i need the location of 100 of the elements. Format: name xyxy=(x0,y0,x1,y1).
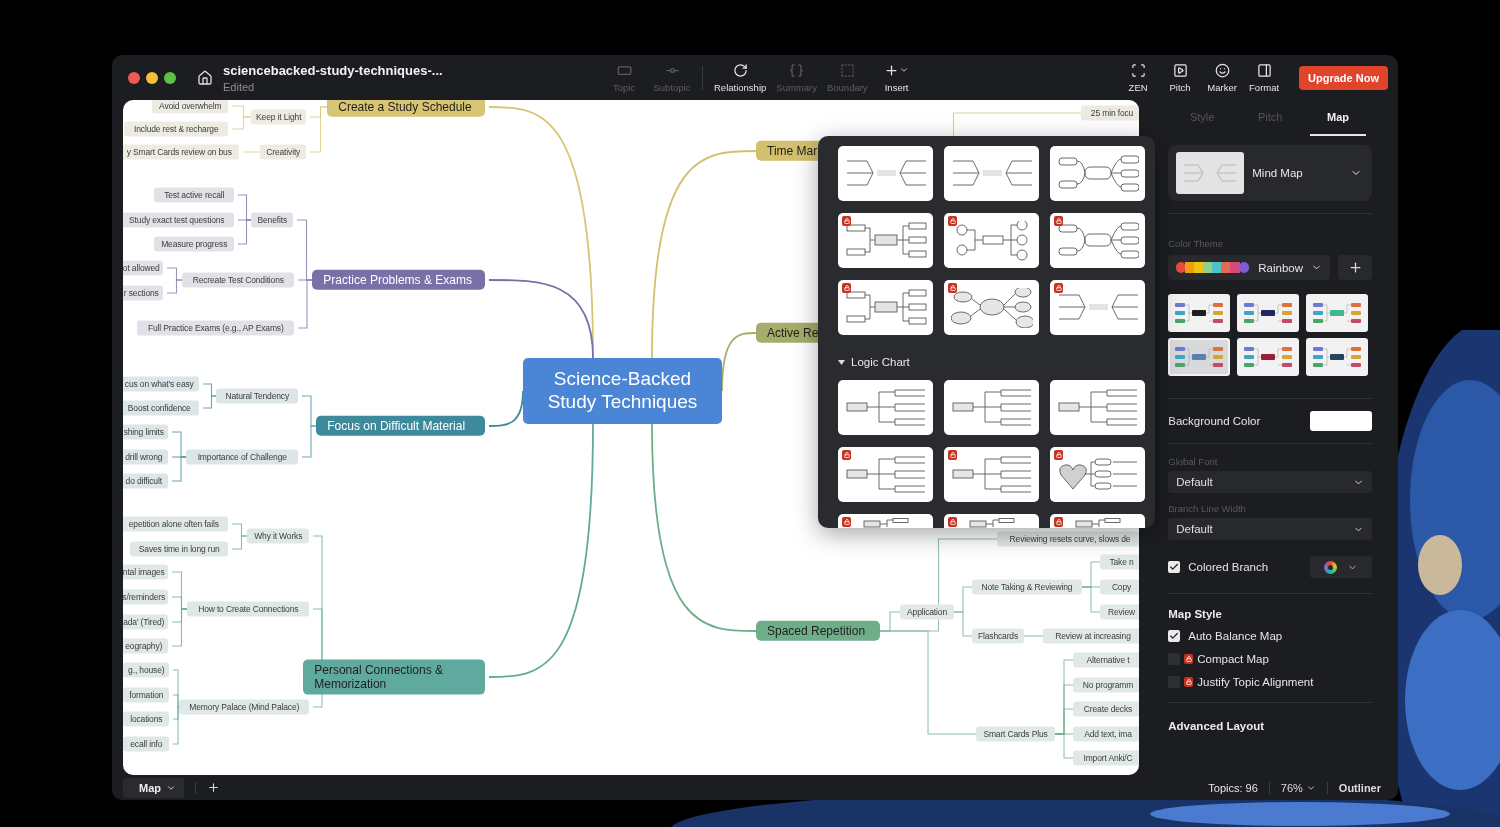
subtopic[interactable]: do difficult xyxy=(123,473,169,489)
layout-thumbnail[interactable] xyxy=(838,280,933,335)
subtopic[interactable]: Avoid overwhelm xyxy=(152,100,229,114)
subtopic[interactable]: Recreate Test Conditions xyxy=(182,272,295,288)
subtopic[interactable]: How to Create Connections xyxy=(187,601,310,617)
zoom-button[interactable] xyxy=(164,71,176,84)
subtopic[interactable]: ecall info xyxy=(123,736,170,752)
subtopic[interactable]: ot allowed xyxy=(123,260,164,276)
subtopic[interactable]: cus on what's easy xyxy=(123,376,200,392)
color-theme-dropdown[interactable]: Rainbow xyxy=(1168,255,1330,280)
toolbar-button[interactable]: Marker xyxy=(1201,62,1244,93)
subtopic[interactable]: Add text, ima xyxy=(1073,726,1140,742)
subtopic[interactable]: Copy xyxy=(1100,579,1140,595)
add-theme-button[interactable] xyxy=(1338,255,1372,280)
subtopic[interactable]: Study exact test questions xyxy=(123,212,235,228)
subtopic[interactable]: Import Anki/C xyxy=(1073,750,1140,766)
background-color-swatch[interactable] xyxy=(1310,411,1372,431)
subtopic[interactable]: Full Practice Exams (e.g., AP Exams) xyxy=(137,320,295,336)
main-topic[interactable]: Create a Study Schedule xyxy=(327,100,486,118)
sheet-tab[interactable]: Map xyxy=(123,777,184,798)
subtopic[interactable]: Alternative t xyxy=(1073,652,1140,668)
subtopic[interactable]: Keep it Light xyxy=(251,109,307,125)
subtopic[interactable]: Creativity xyxy=(260,144,307,160)
theme-thumbnail[interactable] xyxy=(1168,338,1231,376)
subtopic[interactable]: drill wrong xyxy=(123,449,169,465)
main-topic[interactable]: Spaced Repetition xyxy=(756,620,880,642)
main-topic[interactable]: Practice Problems & Exams xyxy=(312,269,486,291)
subtopic[interactable]: g., house) xyxy=(123,662,170,678)
subtopic[interactable]: ada' (Tired) xyxy=(123,614,169,630)
home-button[interactable] xyxy=(197,69,213,86)
subtopic[interactable]: 25 min focu xyxy=(1081,105,1140,121)
main-topic[interactable]: Personal Connections & Memorization xyxy=(303,659,486,695)
panel-tab[interactable]: Map xyxy=(1310,100,1366,136)
subtopic[interactable]: Measure progress xyxy=(154,236,235,252)
layout-thumbnail[interactable] xyxy=(838,213,933,268)
subtopic[interactable]: eography) xyxy=(123,638,169,654)
subtopic[interactable]: Boost confidence xyxy=(123,400,200,416)
subtopic[interactable]: Application xyxy=(900,604,954,620)
subtopic[interactable]: Create decks xyxy=(1073,701,1140,717)
layout-thumbnail[interactable] xyxy=(1050,447,1145,502)
subtopic[interactable]: ntal images xyxy=(123,564,169,580)
line-width-select[interactable]: Default xyxy=(1168,518,1372,540)
layout-thumbnail[interactable] xyxy=(944,213,1039,268)
subtopic[interactable]: Review at increasing xyxy=(1043,628,1140,644)
subtopic[interactable]: No programm xyxy=(1073,677,1140,693)
central-topic[interactable]: Science-Backed Study Techniques xyxy=(523,358,722,424)
layout-thumbnail[interactable] xyxy=(944,447,1039,502)
subtopic[interactable]: Note Taking & Reviewing xyxy=(972,579,1082,595)
theme-thumbnail[interactable] xyxy=(1306,338,1369,376)
subtopic[interactable]: Test active recall xyxy=(154,187,235,203)
layout-thumbnail[interactable] xyxy=(838,146,933,201)
toolbar-button[interactable]: Insert xyxy=(872,62,921,93)
close-button[interactable] xyxy=(128,71,140,84)
font-select[interactable]: Default xyxy=(1168,471,1372,493)
subtopic[interactable]: shing limits xyxy=(123,424,169,440)
theme-thumbnail[interactable] xyxy=(1237,294,1300,332)
branch-color-dropdown[interactable] xyxy=(1310,556,1372,578)
subtopic[interactable]: Memory Palace (Mind Palace) xyxy=(179,699,310,715)
add-sheet-button[interactable] xyxy=(207,781,220,794)
layout-thumbnail[interactable] xyxy=(1050,280,1145,335)
upgrade-button[interactable]: Upgrade Now xyxy=(1299,65,1388,90)
layout-thumbnail[interactable] xyxy=(1050,146,1145,201)
zoom-dropdown[interactable]: 76% xyxy=(1280,781,1316,794)
subtopic[interactable]: Flashcards xyxy=(972,628,1024,644)
section-header[interactable]: Logic Chart xyxy=(838,347,910,377)
subtopic[interactable]: Natural Tendency xyxy=(216,388,299,404)
subtopic[interactable]: Smart Cards Plus xyxy=(976,726,1055,742)
theme-thumbnail[interactable] xyxy=(1237,338,1300,376)
layout-thumbnail[interactable] xyxy=(944,146,1039,201)
layout-thumbnail[interactable] xyxy=(838,447,933,502)
minimize-button[interactable] xyxy=(146,71,158,84)
subtopic[interactable]: locations xyxy=(123,711,170,727)
subtopic[interactable]: Reviewing resets curve, slows de xyxy=(997,531,1140,547)
theme-thumbnail[interactable] xyxy=(1306,294,1369,332)
checkbox[interactable] xyxy=(1168,561,1181,573)
subtopic[interactable]: Why it Works xyxy=(247,528,310,544)
layout-thumbnail[interactable] xyxy=(1050,380,1145,435)
toolbar-button[interactable]: Format xyxy=(1243,62,1286,93)
subtopic[interactable]: s/reminders xyxy=(123,589,169,605)
toolbar-button[interactable]: Relationship xyxy=(709,62,772,93)
subtopic[interactable]: Saves time in long run xyxy=(130,541,229,557)
checkbox[interactable] xyxy=(1168,630,1181,642)
structure-dropdown[interactable]: Mind Map xyxy=(1168,145,1372,201)
subtopic[interactable]: Take n xyxy=(1100,554,1140,570)
layout-thumbnail[interactable] xyxy=(944,280,1039,335)
outliner-button[interactable]: Outliner xyxy=(1338,781,1381,794)
subtopic[interactable]: Review xyxy=(1100,604,1140,620)
theme-thumbnail[interactable] xyxy=(1168,294,1231,332)
subtopic[interactable]: Include rest & recharge xyxy=(124,121,229,137)
subtopic[interactable]: epetition alone often fails xyxy=(123,516,229,532)
layout-thumbnail[interactable] xyxy=(944,380,1039,435)
layout-thumbnail[interactable] xyxy=(1050,213,1145,268)
layout-thumbnail[interactable] xyxy=(838,380,933,435)
subtopic[interactable]: formation xyxy=(123,687,170,703)
toolbar-button[interactable]: ZEN xyxy=(1117,62,1160,93)
subtopic[interactable]: Importance of Challenge xyxy=(186,449,299,465)
subtopic[interactable]: y Smart Cards review on bus xyxy=(123,144,240,160)
main-topic[interactable]: Focus on Difficult Material xyxy=(316,415,486,437)
subtopic[interactable]: r sections xyxy=(123,285,164,301)
subtopic[interactable]: Benefits xyxy=(251,212,294,228)
